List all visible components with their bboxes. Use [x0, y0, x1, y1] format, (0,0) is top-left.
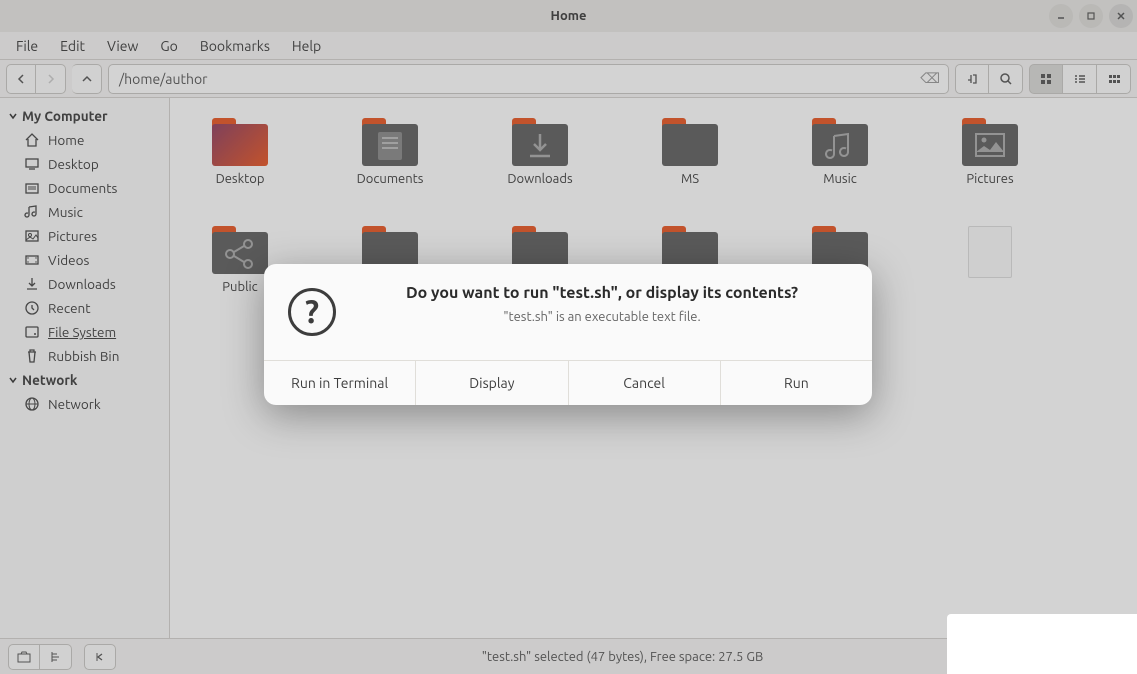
folder-icon — [962, 118, 1018, 166]
sidebar: My Computer Home Desktop Documents Music Pict… — [0, 98, 170, 638]
folder-icon — [212, 226, 268, 274]
toolbar: /home/author ⌫ — [0, 60, 1137, 98]
sidebar-item-label: Music — [48, 204, 83, 220]
menu-edit[interactable]: Edit — [50, 35, 95, 57]
folder-icon — [512, 118, 568, 166]
file-item[interactable] — [950, 226, 1030, 294]
sidebar-item-recent[interactable]: Recent — [0, 296, 169, 320]
overlay-panel — [947, 614, 1137, 674]
titlebar: Home — [0, 0, 1137, 32]
desktop-icon — [24, 156, 40, 172]
sidebar-item-label: Rubbish Bin — [48, 348, 119, 364]
back-button[interactable] — [6, 64, 36, 94]
folder-icon — [362, 118, 418, 166]
list-view-button[interactable] — [1063, 64, 1097, 94]
menu-bookmarks[interactable]: Bookmarks — [190, 35, 280, 57]
pictures-icon — [24, 228, 40, 244]
folder-item[interactable]: MS — [650, 118, 730, 186]
sidebar-item-label: Home — [48, 132, 84, 148]
maximize-button[interactable] — [1079, 4, 1103, 28]
path-input[interactable]: /home/author ⌫ — [108, 64, 949, 94]
minimize-button[interactable] — [1049, 4, 1073, 28]
sidebar-item-label: Network — [48, 396, 101, 412]
places-toggle-button[interactable] — [8, 644, 40, 670]
path-text: /home/author — [119, 71, 207, 87]
executable-dialog: ? Do you want to run "test.sh", or displ… — [264, 264, 872, 405]
file-label: Documents — [357, 172, 424, 186]
network-icon — [24, 396, 40, 412]
home-icon — [24, 132, 40, 148]
icon-view-button[interactable] — [1029, 64, 1063, 94]
folder-item[interactable]: Documents — [350, 118, 430, 186]
folder-icon — [662, 118, 718, 166]
sidebar-item-file-system[interactable]: File System — [0, 320, 169, 344]
sidebar-item-downloads[interactable]: Downloads — [0, 272, 169, 296]
menu-go[interactable]: Go — [150, 35, 187, 57]
folder-item[interactable]: Music — [800, 118, 880, 186]
cancel-button[interactable]: Cancel — [569, 361, 721, 405]
window-title: Home — [551, 9, 587, 23]
compact-view-button[interactable] — [1097, 64, 1131, 94]
close-button[interactable] — [1109, 4, 1133, 28]
file-label: Music — [823, 172, 857, 186]
folder-icon — [212, 118, 268, 166]
sidebar-item-pictures[interactable]: Pictures — [0, 224, 169, 248]
menu-view[interactable]: View — [97, 35, 148, 57]
download-icon — [24, 276, 40, 292]
file-label: Downloads — [507, 172, 572, 186]
video-icon — [24, 252, 40, 268]
sidebar-item-label: Desktop — [48, 156, 99, 172]
menu-help[interactable]: Help — [282, 35, 331, 57]
trash-icon — [24, 348, 40, 364]
clear-path-icon[interactable]: ⌫ — [920, 70, 940, 87]
up-button[interactable] — [72, 64, 102, 94]
sidebar-item-documents[interactable]: Documents — [0, 176, 169, 200]
sidebar-item-label: Documents — [48, 180, 117, 196]
sidebar-item-music[interactable]: Music — [0, 200, 169, 224]
file-label: MS — [681, 172, 699, 186]
folder-icon — [24, 180, 40, 196]
sidebar-item-label: Downloads — [48, 276, 116, 292]
file-label: Pictures — [966, 172, 1013, 186]
sidebar-section-header[interactable]: My Computer — [0, 104, 169, 128]
menubar: File Edit View Go Bookmarks Help — [0, 32, 1137, 60]
file-label: Desktop — [216, 172, 265, 186]
run-terminal-button[interactable]: Run in Terminal — [264, 361, 416, 405]
sidebar-section-header[interactable]: Network — [0, 368, 169, 392]
sidebar-item-home[interactable]: Home — [0, 128, 169, 152]
dialog-subtitle: "test.sh" is an executable text file. — [356, 310, 848, 324]
disk-icon — [24, 324, 40, 340]
display-button[interactable]: Display — [416, 361, 568, 405]
sidebar-item-videos[interactable]: Videos — [0, 248, 169, 272]
music-icon — [24, 204, 40, 220]
file-icon — [968, 226, 1012, 278]
question-icon: ? — [288, 288, 336, 336]
run-button[interactable]: Run — [721, 361, 872, 405]
toggle-location-button[interactable] — [955, 64, 989, 94]
folder-item[interactable]: Downloads — [500, 118, 580, 186]
folder-item[interactable]: Pictures — [950, 118, 1030, 186]
file-label: Public — [222, 280, 257, 294]
folder-icon — [812, 118, 868, 166]
sidebar-item-label: Recent — [48, 300, 91, 316]
dialog-title: Do you want to run "test.sh", or display… — [356, 284, 848, 302]
search-button[interactable] — [989, 64, 1023, 94]
treeview-toggle-button[interactable] — [40, 644, 72, 670]
sidebar-item-label: File System — [48, 324, 116, 340]
sidebar-item-rubbish-bin[interactable]: Rubbish Bin — [0, 344, 169, 368]
forward-button[interactable] — [36, 64, 66, 94]
folder-item[interactable]: Desktop — [200, 118, 280, 186]
recent-icon — [24, 300, 40, 316]
sidebar-item-network[interactable]: Network — [0, 392, 169, 416]
menu-file[interactable]: File — [6, 35, 48, 57]
window-controls — [1049, 4, 1133, 28]
sidebar-item-desktop[interactable]: Desktop — [0, 152, 169, 176]
sidebar-item-label: Pictures — [48, 228, 97, 244]
sidebar-item-label: Videos — [48, 252, 89, 268]
close-sidebar-button[interactable] — [84, 644, 116, 670]
